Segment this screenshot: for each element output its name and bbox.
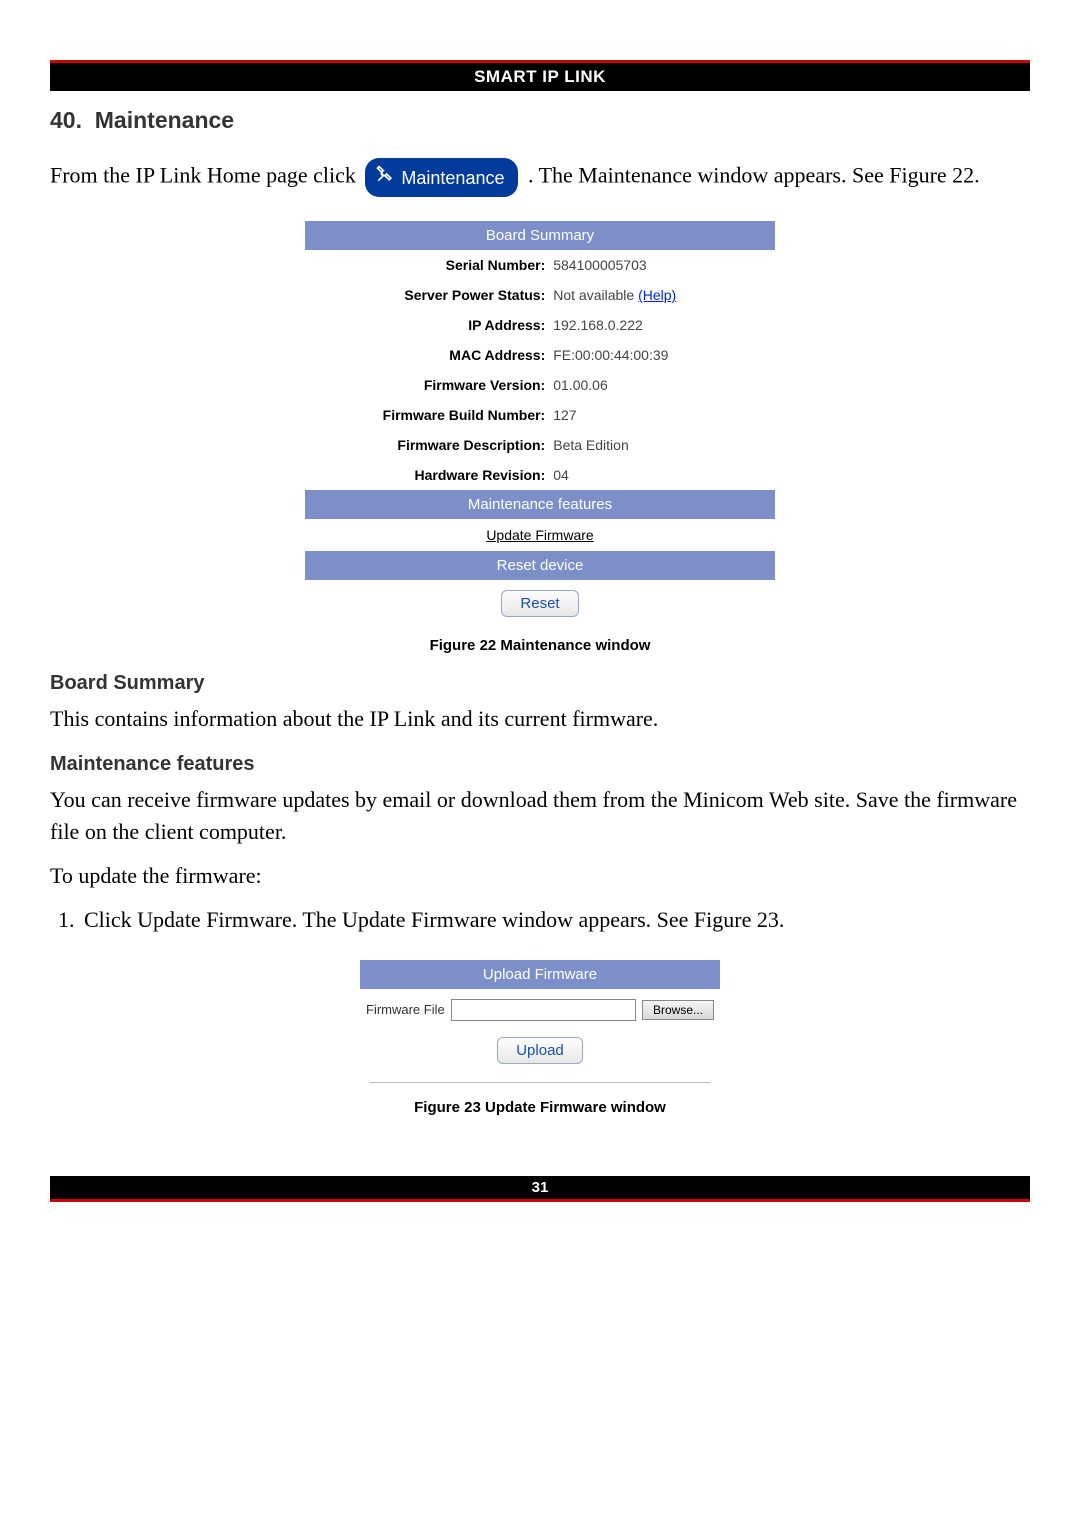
page-number: 31 bbox=[532, 1179, 549, 1196]
kv-label: Firmware Version: bbox=[305, 377, 553, 393]
intro-text-after: . The Maintenance window appears. See Fi… bbox=[528, 163, 980, 188]
maintenance-window: Board Summary Serial Number: 58410000570… bbox=[305, 221, 775, 627]
maintenance-button[interactable]: Maintenance bbox=[365, 158, 518, 197]
upload-divider bbox=[370, 1082, 710, 1083]
upload-action-row: Upload bbox=[360, 1031, 720, 1078]
tools-icon bbox=[375, 164, 395, 191]
kv-label: Server Power Status: bbox=[305, 287, 553, 303]
kv-value: 192.168.0.222 bbox=[553, 317, 775, 333]
kv-label: Serial Number: bbox=[305, 257, 553, 273]
kv-value: 04 bbox=[553, 467, 775, 483]
kv-row: Firmware Version: 01.00.06 bbox=[305, 370, 775, 400]
figure-22: Board Summary Serial Number: 58410000570… bbox=[50, 221, 1030, 627]
section-heading: 40. Maintenance bbox=[50, 107, 1030, 134]
to-update-text: To update the firmware: bbox=[50, 860, 1030, 892]
kv-row: Serial Number: 584100005703 bbox=[305, 250, 775, 280]
kv-value: 01.00.06 bbox=[553, 377, 775, 393]
power-status-value: Not available bbox=[553, 287, 634, 303]
update-firmware-link[interactable]: Update Firmware bbox=[305, 519, 775, 551]
figure-23: Upload Firmware Firmware File Browse... … bbox=[50, 960, 1030, 1089]
maintenance-features-heading: Maintenance features bbox=[50, 753, 1030, 776]
maintenance-features-text: You can receive firmware updates by emai… bbox=[50, 784, 1030, 848]
update-step-1: Click Update Firmware. The Update Firmwa… bbox=[80, 904, 1030, 936]
kv-row: Hardware Revision: 04 bbox=[305, 460, 775, 490]
intro-paragraph: From the IP Link Home page click Mainten… bbox=[50, 158, 1030, 197]
kv-row: Server Power Status: Not available (Help… bbox=[305, 280, 775, 310]
reset-row: Reset bbox=[305, 580, 775, 627]
kv-label: MAC Address: bbox=[305, 347, 553, 363]
section-number: 40. bbox=[50, 107, 82, 133]
board-summary-heading: Board Summary bbox=[50, 672, 1030, 695]
kv-value: 127 bbox=[553, 407, 775, 423]
doc-header-title: SMART IP LINK bbox=[474, 67, 606, 86]
doc-header-bar: SMART IP LINK bbox=[50, 60, 1030, 91]
figure-22-caption: Figure 22 Maintenance window bbox=[50, 637, 1030, 654]
upload-firmware-header: Upload Firmware bbox=[360, 960, 720, 989]
kv-row: Firmware Description: Beta Edition bbox=[305, 430, 775, 460]
section-title: Maintenance bbox=[95, 107, 234, 133]
kv-row: Firmware Build Number: 127 bbox=[305, 400, 775, 430]
maintenance-button-label: Maintenance bbox=[401, 165, 504, 191]
firmware-file-label: Firmware File bbox=[366, 1002, 445, 1017]
intro-text-before: From the IP Link Home page click bbox=[50, 163, 361, 188]
kv-value: Beta Edition bbox=[553, 437, 775, 453]
kv-value: FE:00:00:44:00:39 bbox=[553, 347, 775, 363]
kv-label: Firmware Description: bbox=[305, 437, 553, 453]
kv-row: IP Address: 192.168.0.222 bbox=[305, 310, 775, 340]
figure-23-caption: Figure 23 Update Firmware window bbox=[50, 1099, 1030, 1116]
reset-device-header: Reset device bbox=[305, 551, 775, 580]
upload-firmware-window: Upload Firmware Firmware File Browse... … bbox=[360, 960, 720, 1083]
kv-label: Hardware Revision: bbox=[305, 467, 553, 483]
kv-value: Not available (Help) bbox=[553, 287, 775, 303]
browse-button[interactable]: Browse... bbox=[642, 1000, 714, 1020]
board-summary-header: Board Summary bbox=[305, 221, 775, 250]
help-link[interactable]: (Help) bbox=[638, 287, 676, 303]
doc-footer-bar: 31 bbox=[50, 1176, 1030, 1202]
kv-label: IP Address: bbox=[305, 317, 553, 333]
kv-row: MAC Address: FE:00:00:44:00:39 bbox=[305, 340, 775, 370]
kv-value: 584100005703 bbox=[553, 257, 775, 273]
maintenance-features-header: Maintenance features bbox=[305, 490, 775, 519]
kv-label: Firmware Build Number: bbox=[305, 407, 553, 423]
upload-file-row: Firmware File Browse... bbox=[360, 989, 720, 1031]
upload-button[interactable]: Upload bbox=[497, 1037, 583, 1064]
firmware-file-input[interactable] bbox=[451, 999, 636, 1021]
update-steps-list: Click Update Firmware. The Update Firmwa… bbox=[50, 904, 1030, 936]
reset-button[interactable]: Reset bbox=[501, 590, 578, 617]
board-summary-text: This contains information about the IP L… bbox=[50, 703, 1030, 735]
